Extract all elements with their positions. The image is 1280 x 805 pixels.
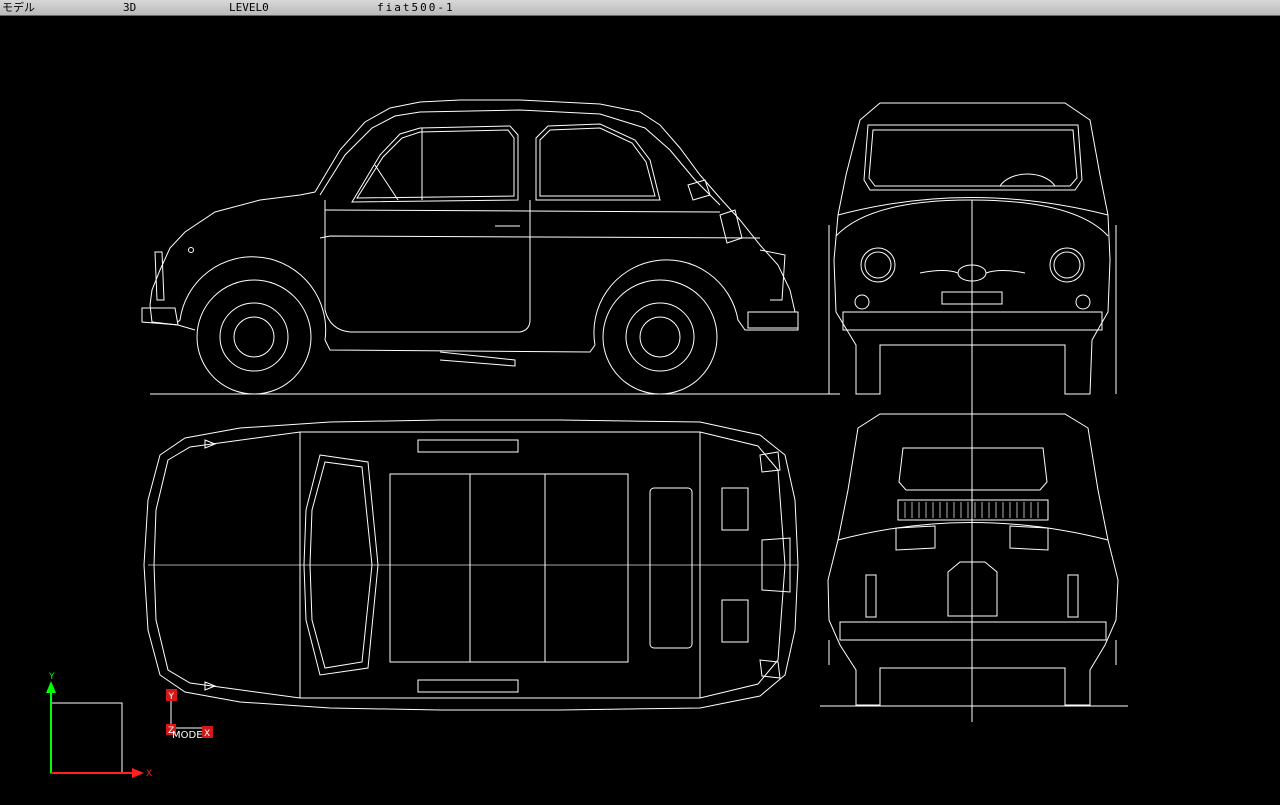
ucs-box xyxy=(50,702,123,774)
y-axis-label: Y xyxy=(48,672,55,682)
y-axis-arrow xyxy=(46,681,56,693)
drawing-viewport[interactable]: Y Z MODEL X Y X xyxy=(0,16,1280,805)
view-label[interactable]: 3D xyxy=(123,0,136,15)
x-axis-tag-label: X xyxy=(204,729,210,739)
x-axis-arrow xyxy=(132,768,144,778)
cad-drawing-canvas[interactable]: Y Z MODEL X Y X xyxy=(0,16,1280,805)
view-indicator: Y Z MODEL X xyxy=(166,689,213,741)
ucs-axis-icon: Y X xyxy=(46,672,152,779)
front-view-drawing xyxy=(828,102,1117,722)
top-view-drawing xyxy=(143,419,799,711)
x-axis-label: X xyxy=(146,769,152,779)
y-axis-tag-label: Y xyxy=(168,692,175,702)
status-bar: モデル 3D LEVEL0 fiat500-1 xyxy=(0,0,1280,16)
mode-label[interactable]: モデル xyxy=(2,0,35,15)
file-name-label: fiat500-1 xyxy=(377,1,455,14)
side-view-drawing xyxy=(141,99,840,395)
rear-view-drawing xyxy=(820,413,1128,707)
level-label[interactable]: LEVEL0 xyxy=(229,0,269,15)
